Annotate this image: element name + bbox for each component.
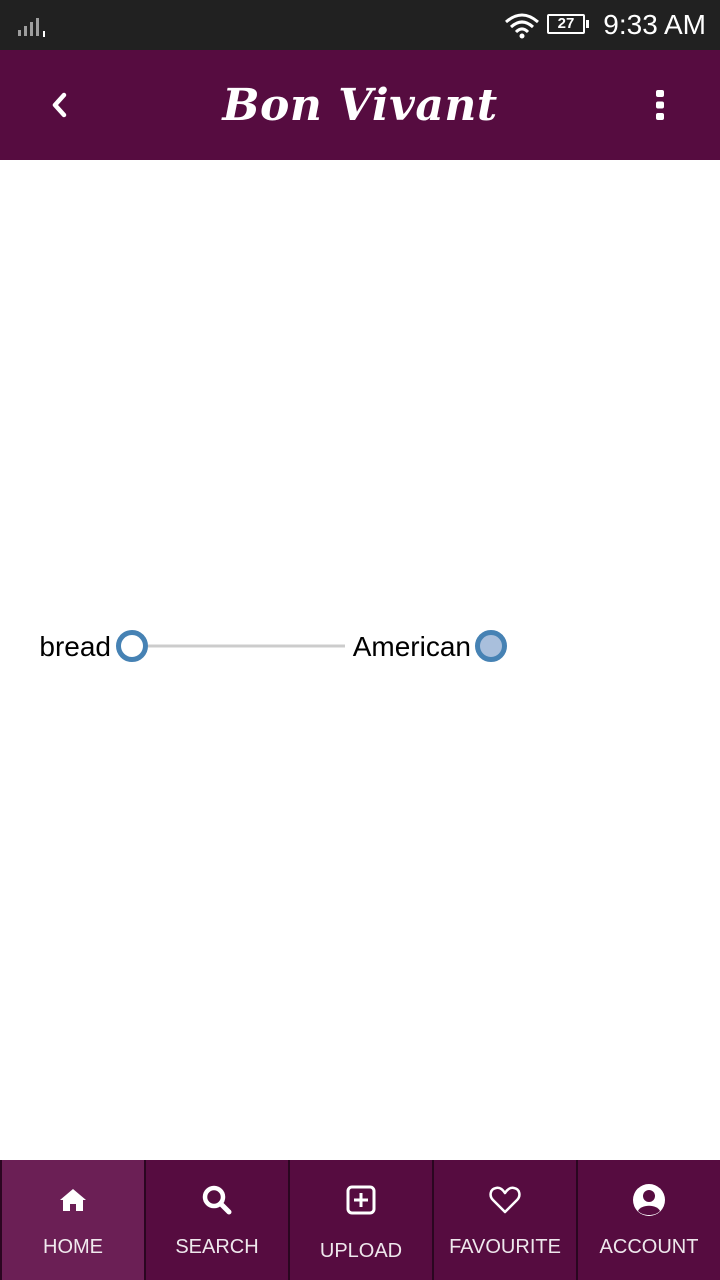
battery-icon: 27 <box>547 14 589 34</box>
more-vertical-icon <box>656 90 664 120</box>
home-icon <box>55 1182 91 1218</box>
nav-search-label: SEARCH <box>175 1236 259 1258</box>
graph-node-bread[interactable] <box>116 630 148 662</box>
back-button[interactable] <box>40 85 80 125</box>
app-title: Bon Vivant <box>222 80 498 131</box>
account-icon <box>631 1182 667 1218</box>
chevron-left-icon <box>52 92 67 118</box>
node-label-american: American <box>353 631 471 662</box>
nav-account[interactable]: ACCOUNT <box>576 1160 720 1280</box>
nav-home[interactable]: HOME <box>0 1160 144 1280</box>
nav-account-label: ACCOUNT <box>599 1236 699 1258</box>
nav-upload[interactable]: UPLOAD <box>288 1160 432 1280</box>
nav-favourite[interactable]: FAVOURITE <box>432 1160 576 1280</box>
battery-level: 27 <box>557 15 575 32</box>
wifi-icon <box>505 13 539 39</box>
nav-favourite-label: FAVOURITE <box>449 1236 561 1258</box>
status-bar: 27 9:33 AM <box>0 0 720 50</box>
nav-upload-label: UPLOAD <box>319 1240 403 1262</box>
nav-search[interactable]: SEARCH <box>144 1160 288 1280</box>
overflow-menu-button[interactable] <box>640 85 680 125</box>
node-label-bread: bread <box>39 631 111 662</box>
search-icon <box>199 1182 235 1218</box>
status-time: 9:33 AM <box>603 9 706 40</box>
graph-node-american[interactable] <box>475 630 507 662</box>
nav-home-label: HOME <box>43 1236 103 1258</box>
add-box-icon <box>343 1182 379 1218</box>
app-bar: Bon Vivant <box>0 50 720 160</box>
bottom-navigation: HOME SEARCH UPLOAD FAVOURITE ACCOUNT <box>0 1160 720 1280</box>
signal-icon <box>18 18 45 37</box>
heart-icon <box>487 1182 523 1218</box>
graph-canvas[interactable]: bread American <box>0 160 720 1160</box>
